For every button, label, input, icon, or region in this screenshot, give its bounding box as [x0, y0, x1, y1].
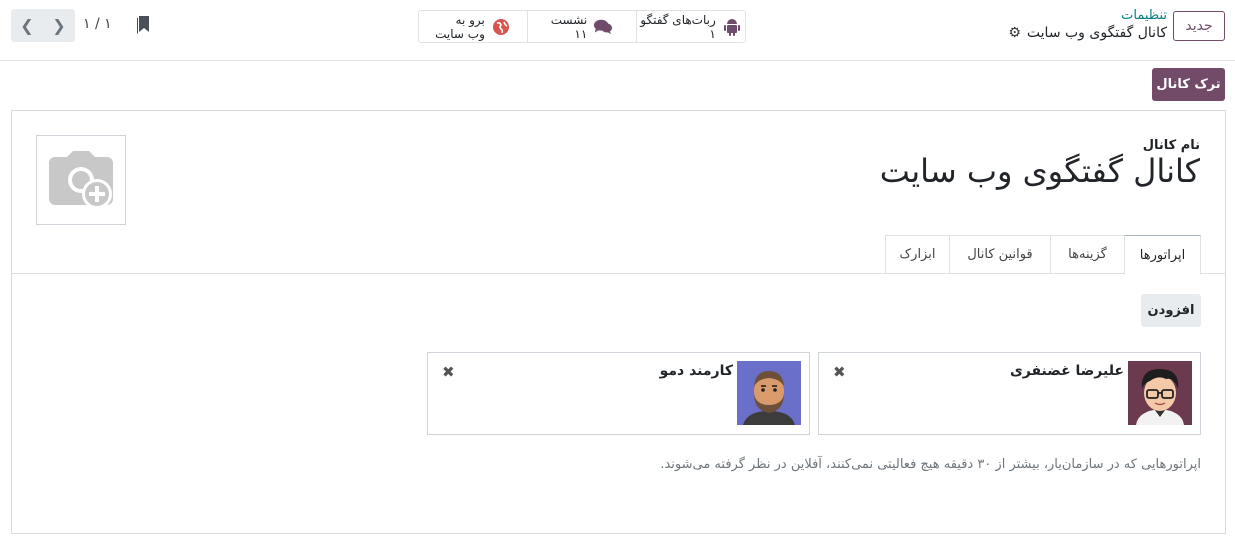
comments-icon [593, 17, 613, 37]
camera-add-icon [49, 151, 113, 209]
avatar [1128, 361, 1192, 425]
channel-name-label: نام کانال [1142, 138, 1200, 153]
stat-label: برو به [455, 12, 485, 27]
remove-icon[interactable]: ✖ [442, 363, 455, 381]
tab-operators[interactable]: اپراتورها [1124, 235, 1201, 275]
avatar [737, 361, 801, 425]
globe-icon [491, 17, 511, 37]
operator-card[interactable]: کارمند دمو ✖ [427, 352, 810, 435]
breadcrumb-current-label: کانال گفتگوی وب سایت [1026, 25, 1167, 41]
stat-chatbots-button[interactable]: ربات‌های گفتگو ۱ [636, 11, 745, 42]
channel-name-input[interactable]: کانال گفتگوی وب سایت [880, 152, 1200, 190]
gear-icon[interactable]: ⚙ [1008, 25, 1021, 41]
remove-icon[interactable]: ✖ [833, 363, 846, 381]
stat-sessions-button[interactable]: نشست ۱۱ [527, 11, 636, 42]
previous-record-icon[interactable]: ❮ [11, 9, 43, 42]
next-record-icon[interactable]: ❯ [43, 9, 75, 42]
stat-buttons: برو به وب سایت نشست ۱۱ [418, 10, 746, 43]
add-operator-button[interactable]: افزودن [1141, 294, 1201, 327]
pager-value[interactable]: ۱ / ۱ [83, 16, 112, 32]
operator-name: علیرضا غضنفری [1009, 363, 1124, 379]
tab-channel-rules[interactable]: قوانین کانال [949, 235, 1051, 274]
operators-help-text: اپراتورهایی که در سازمان‌یار، بیشتر از ۳… [660, 457, 1201, 472]
channel-image-upload[interactable] [36, 135, 126, 225]
operator-name: کارمند دمو [659, 363, 733, 379]
tab-options[interactable]: گزینه‌ها [1050, 235, 1125, 274]
stat-label: ربات‌های گفتگو [640, 12, 716, 27]
stat-go-to-website-button[interactable]: برو به وب سایت [419, 11, 527, 42]
leave-channel-button[interactable]: ترک کانال [1152, 68, 1225, 101]
operator-card[interactable]: علیرضا غضنفری ✖ [818, 352, 1201, 435]
stat-label: نشست [550, 12, 588, 27]
tab-widget[interactable]: ابزارک [885, 235, 950, 274]
stat-value: وب سایت [435, 26, 485, 41]
stat-value: ۱ [709, 26, 716, 41]
pager-navigation: ❮ ❯ [11, 9, 75, 42]
bookmark-icon[interactable] [135, 15, 151, 39]
stat-value: ۱۱ [574, 26, 588, 41]
new-button[interactable]: جدید [1173, 11, 1225, 41]
android-icon [722, 17, 742, 37]
control-panel: جدید تنظیمات کانال گفتگوی وب سایت ⚙ برو … [0, 0, 1235, 61]
breadcrumb-current: کانال گفتگوی وب سایت ⚙ [1008, 25, 1167, 41]
breadcrumb-parent-link[interactable]: تنظیمات [1121, 8, 1167, 23]
